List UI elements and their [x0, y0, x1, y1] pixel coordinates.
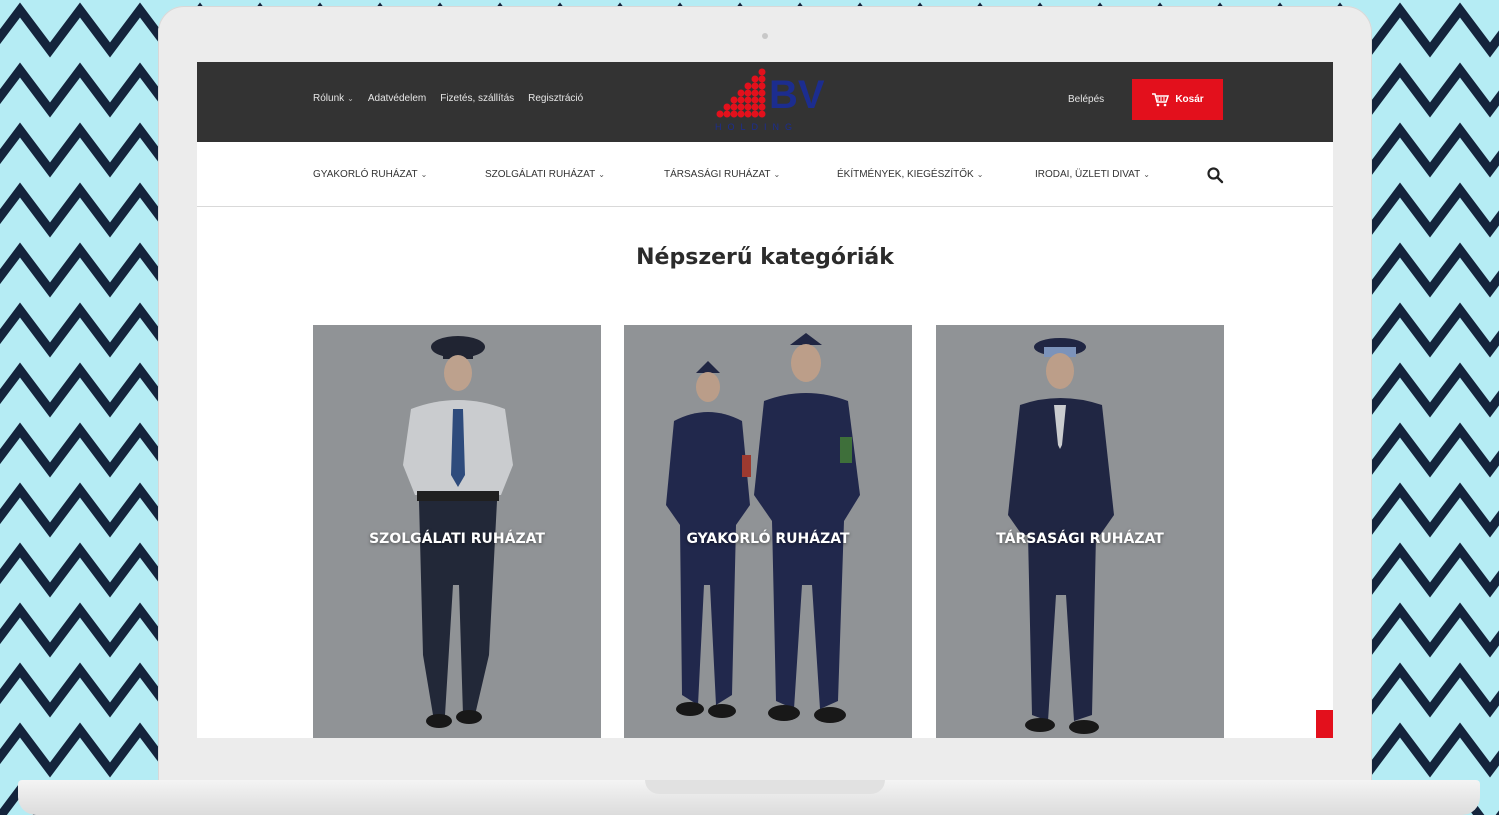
nav-item-label: TÁRSASÁGI RUHÁZAT: [664, 169, 771, 180]
bv-holding-logo[interactable]: BV HOLDING: [712, 64, 828, 134]
laptop-camera: [762, 33, 768, 39]
website-screen: Rólunk ⌄ Adatvédelem Fizetés, szállítás …: [197, 62, 1333, 738]
chevron-down-icon: ⌄: [1143, 170, 1150, 179]
nav-item-label: SZOLGÁLATI RUHÁZAT: [485, 169, 596, 180]
chevron-down-icon: ⌄: [976, 170, 984, 179]
top-links: Rólunk ⌄ Adatvédelem Fizetés, szállítás …: [313, 93, 583, 104]
cart-icon: [1152, 93, 1170, 107]
category-card-service[interactable]: SZOLGÁLATI RUHÁZAT: [313, 325, 601, 738]
nav-item-social-clothing[interactable]: TÁRSASÁGI RUHÁZAT ⌄: [664, 169, 780, 180]
top-link-label: Adatvédelem: [367, 93, 427, 104]
category-label: TÁRSASÁGI RUHÁZAT: [996, 531, 1164, 547]
category-label: SZOLGÁLATI RUHÁZAT: [369, 531, 545, 547]
laptop-notch: [645, 780, 885, 794]
top-link-about[interactable]: Rólunk ⌄: [313, 93, 354, 104]
nav-item-office-fashion[interactable]: IRODAI, ÜZLETI DIVAT ⌄: [1035, 169, 1150, 180]
nav-item-ornaments-accessories[interactable]: ÉKÍTMÉNYEK, KIEGÉSZÍTŐK ⌄: [837, 169, 983, 180]
logo-text: BV: [769, 73, 825, 117]
top-link-label: Rólunk: [313, 93, 345, 104]
scroll-to-top-button[interactable]: [1316, 710, 1333, 738]
top-link-privacy[interactable]: Adatvédelem: [368, 93, 426, 104]
category-label: GYAKORLÓ RUHÁZAT: [686, 531, 850, 547]
nav-item-label: IRODAI, ÜZLETI DIVAT: [1035, 169, 1141, 180]
logo-subtext: HOLDING: [715, 122, 798, 132]
main-nav: GYAKORLÓ RUHÁZAT ⌄ SZOLGÁLATI RUHÁZAT ⌄ …: [197, 142, 1333, 207]
cart-button[interactable]: Kosár: [1132, 79, 1223, 120]
cart-label: Kosár: [1175, 94, 1204, 105]
nav-item-label: ÉKÍTMÉNYEK, KIEGÉSZÍTŐK: [837, 169, 974, 180]
nav-item-service-clothing[interactable]: SZOLGÁLATI RUHÁZAT ⌄: [485, 169, 605, 180]
top-bar: Rólunk ⌄ Adatvédelem Fizetés, szállítás …: [197, 62, 1333, 142]
chevron-down-icon: ⌄: [598, 170, 605, 179]
top-link-registration[interactable]: Regisztráció: [528, 93, 583, 104]
category-card-social[interactable]: TÁRSASÁGI RUHÁZAT: [936, 325, 1224, 738]
top-link-label: Regisztráció: [528, 93, 584, 104]
section-title: Népszerű kategóriák: [636, 245, 894, 270]
login-link[interactable]: Belépés: [1068, 94, 1104, 105]
nav-item-practice-clothing[interactable]: GYAKORLÓ RUHÁZAT ⌄: [313, 169, 427, 180]
nav-item-label: GYAKORLÓ RUHÁZAT: [313, 169, 418, 180]
top-link-label: Fizetés, szállítás: [440, 93, 515, 104]
search-icon[interactable]: [1206, 166, 1224, 184]
chevron-down-icon: ⌄: [773, 170, 781, 179]
top-link-payment-shipping[interactable]: Fizetés, szállítás: [440, 93, 514, 104]
category-card-practice[interactable]: GYAKORLÓ RUHÁZAT: [624, 325, 912, 738]
chevron-down-icon: ⌄: [420, 170, 428, 179]
chevron-down-icon: ⌄: [347, 94, 354, 103]
